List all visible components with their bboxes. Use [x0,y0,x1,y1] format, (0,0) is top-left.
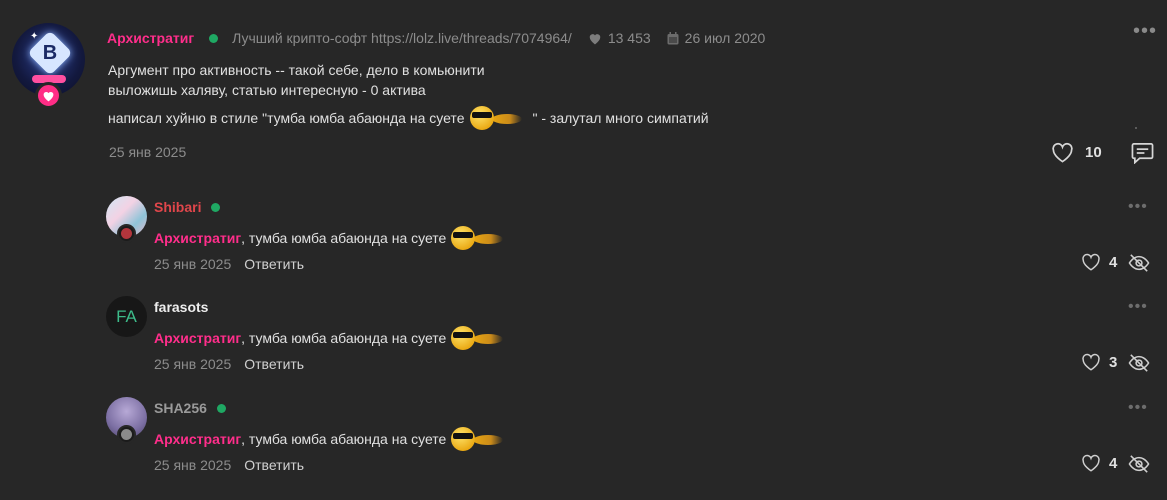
post-line: выложишь халяву, статью интересную - 0 а… [108,82,426,98]
mention-link[interactable]: Архистратиг [154,330,241,346]
mention-link[interactable]: Архистратиг [154,230,241,246]
more-icon[interactable]: ••• [1128,298,1148,316]
reply-button[interactable]: Ответить [244,256,304,272]
post-content: Аргумент про активность -- такой себе, д… [108,60,709,131]
online-indicator [211,202,221,212]
like-button[interactable]: 4 [1081,454,1117,472]
post-line-part: написал хуйню в стиле "тумба юмба абаюнд… [108,110,465,126]
smiley-sunglasses-emoji [451,426,507,452]
comment-text: Архистратиг , тумба юмба абаюнда на сует… [154,325,513,351]
heart-badge-icon [35,82,62,109]
more-icon[interactable]: ••• [1133,21,1157,41]
smiley-sunglasses-emoji [451,325,507,351]
divider [1135,127,1137,129]
user-badge-icon [117,224,136,243]
user-title: Лучший крипто-софт https://lolz.live/thr… [232,30,572,46]
comment-author-name[interactable]: SHA256 [154,400,207,416]
comment-author-name[interactable]: Shibari [154,199,201,215]
joined-date: 26 июл 2020 [684,30,766,46]
post-header: Архистратиг Лучший крипто-софт https://l… [107,28,765,48]
post-line-part: " - залутал много симпатий [532,110,709,126]
main-post: B ✦ Архистратиг Лучший крипто-софт https… [0,0,1167,180]
comment-date[interactable]: 25 янв 2025 [154,256,231,272]
comment-meta: 25 янв 2025 Ответить [154,256,304,272]
post-date[interactable]: 25 янв 2025 [109,144,186,160]
eye-off-icon[interactable] [1128,253,1150,278]
like-count: 3 [1109,353,1118,371]
comment-author[interactable]: farasots [154,299,208,315]
comment-date[interactable]: 25 янв 2025 [154,356,231,372]
reply-icon[interactable] [1131,142,1154,169]
comment-meta: 25 янв 2025 Ответить [154,457,304,473]
post-line: Аргумент про активность -- такой себе, д… [108,62,485,78]
like-count: 4 [1109,454,1118,472]
like-count: 4 [1109,253,1118,271]
more-icon[interactable]: ••• [1128,198,1148,216]
comment-body: , тумба юмба абаюнда на суете [241,431,447,447]
eye-off-icon[interactable] [1128,353,1150,378]
mention-link[interactable]: Архистратиг [154,431,241,447]
eye-off-icon[interactable] [1128,454,1150,479]
joined-stat: 26 июл 2020 [667,30,766,46]
likes-total: 13 453 [607,30,651,46]
heart-icon [1082,253,1100,271]
heart-icon [589,33,601,44]
like-button[interactable]: 4 [1081,253,1117,271]
like-count: 10 [1085,144,1102,161]
heart-icon [1082,454,1100,472]
comment-text: Архистратиг , тумба юмба абаюнда на сует… [154,426,513,452]
calendar-icon [667,31,679,44]
thread-page: B ✦ Архистратиг Лучший крипто-софт https… [0,0,1167,500]
author-username[interactable]: Архистратиг [107,30,194,46]
post-line: написал хуйню в стиле "тумба юмба абаюнд… [108,105,709,131]
avatar[interactable]: FA [106,296,147,337]
comment: FA farasots ••• Архистратиг , тумба юмба… [0,296,1167,396]
comment-body: , тумба юмба абаюнда на суете [241,330,447,346]
more-icon[interactable]: ••• [1128,399,1148,417]
heart-icon [1052,142,1073,163]
comment-text: Архистратиг , тумба юмба абаюнда на сует… [154,225,513,251]
reply-button[interactable]: Ответить [244,457,304,473]
comment-meta: 25 янв 2025 Ответить [154,356,304,372]
comment-author[interactable]: SHA256 [154,400,226,416]
comment: Shibari ••• Архистратиг , тумба юмба аба… [0,196,1167,296]
comment-author-name[interactable]: farasots [154,299,208,315]
smiley-sunglasses-emoji [451,225,507,251]
reply-button[interactable]: Ответить [244,356,304,372]
comment-date[interactable]: 25 янв 2025 [154,457,231,473]
user-badge-icon [117,425,136,444]
comment: SHA256 ••• Архистратиг , тумба юмба абаю… [0,397,1167,497]
comment-author[interactable]: Shibari [154,199,221,215]
online-indicator [216,403,226,413]
heart-icon [1082,353,1100,371]
comment-body: , тумба юмба абаюнда на суете [241,230,447,246]
like-button[interactable]: 3 [1081,353,1117,371]
likes-stat: 13 453 [588,30,651,46]
smiley-sunglasses-emoji [470,105,526,131]
like-button[interactable]: 10 [1051,142,1102,163]
online-indicator [209,33,219,43]
